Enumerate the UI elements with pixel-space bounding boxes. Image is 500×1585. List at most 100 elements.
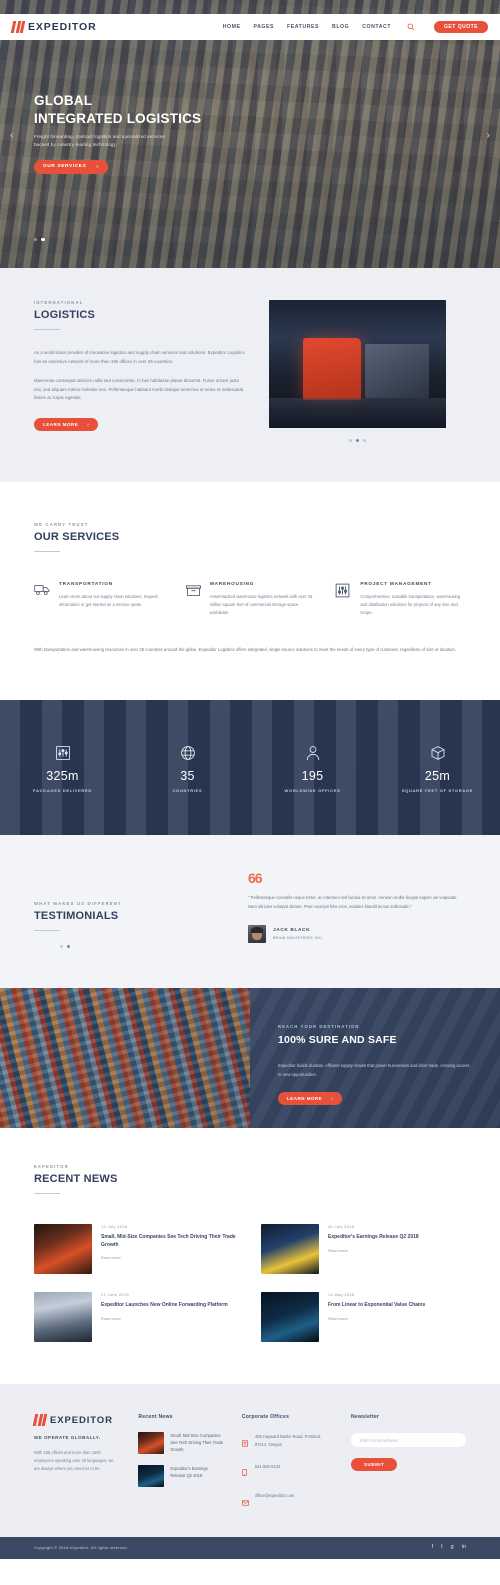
logistics-learn-more-button[interactable]: LEARN MORE › bbox=[34, 417, 99, 431]
services-footer-text: With transportation and warehousing reso… bbox=[34, 646, 456, 652]
footer-bottom-bar: Copyright © 2018 eXpeditor. All rights r… bbox=[0, 1536, 500, 1559]
our-services-button[interactable]: OUR SERVICES › bbox=[34, 159, 108, 174]
news-date: 21 June 2018 bbox=[101, 1292, 129, 1298]
news-thumbnail bbox=[34, 1292, 92, 1343]
service-card-warehousing[interactable]: WAREHOUSING Asset-backed warehouse logis… bbox=[185, 582, 316, 618]
news-item[interactable]: 14 May 2018 From Linear to Exponential V… bbox=[261, 1292, 466, 1343]
hero-prev-arrow[interactable]: ‹ bbox=[10, 130, 13, 141]
footer-news-title[interactable]: Small, Mid-Size Companies See Tech Drivi… bbox=[170, 1432, 224, 1454]
hero-dot-2[interactable] bbox=[41, 237, 45, 241]
crate-icon bbox=[0, 743, 125, 763]
logistics-dot-3[interactable] bbox=[363, 439, 366, 442]
hero-subtitle: Freight forwarding, contract logistics a… bbox=[34, 133, 264, 150]
news-headline[interactable]: Small, Mid-Size Companies See Tech Drivi… bbox=[101, 1234, 239, 1249]
cta-learn-more-label: LEARN MORE bbox=[287, 1095, 323, 1101]
footer-news-heading: Recent News bbox=[138, 1414, 173, 1421]
news-title: RECENT NEWS bbox=[34, 1173, 118, 1186]
envelope-icon bbox=[241, 1492, 249, 1511]
footer-phone[interactable]: 541-555-5132 bbox=[255, 1463, 281, 1470]
footer-description: With 195 offices and more than 1600 empl… bbox=[34, 1450, 114, 1472]
cta-title: 100% SURE AND SAFE bbox=[278, 1034, 397, 1047]
footer-logo[interactable]: EXPEDITOR bbox=[32, 1414, 120, 1427]
testimonial-author: JACK BLACK BEAM INDUSTRIES INC. bbox=[248, 925, 466, 944]
services-divider bbox=[34, 551, 60, 552]
logo[interactable]: EXPEDITOR bbox=[10, 21, 97, 33]
google-plus-icon[interactable]: g bbox=[451, 1544, 454, 1551]
facebook-icon[interactable]: f bbox=[432, 1544, 434, 1551]
avatar bbox=[248, 925, 266, 944]
globe-icon bbox=[125, 743, 250, 763]
news-read-more-link[interactable]: Read more bbox=[101, 1255, 239, 1260]
hero-slider-dots[interactable] bbox=[34, 237, 45, 241]
logistics-slider-dots[interactable] bbox=[269, 439, 446, 442]
logistics-text-column: INTERNATIONAL LOGISTICS As a world-class… bbox=[34, 300, 247, 442]
cta-section: REACH YOUR DESTINATION 100% SURE AND SAF… bbox=[0, 988, 500, 1129]
testimonial-author-info: JACK BLACK BEAM INDUSTRIES INC. bbox=[273, 928, 324, 940]
service-card-project-management[interactable]: PROJECT MANAGEMENT Comprehensive, scalab… bbox=[335, 582, 466, 618]
newsletter-submit-button[interactable]: SUBMIT bbox=[351, 1458, 398, 1472]
footer-email-row: office@expeditor.com bbox=[241, 1492, 333, 1511]
footer-email[interactable]: office@expeditor.com bbox=[255, 1492, 294, 1499]
news-thumbnail bbox=[34, 1224, 92, 1275]
testimonial-dot-2[interactable] bbox=[67, 945, 70, 949]
hero-dot-1[interactable] bbox=[34, 237, 37, 241]
stats-row: 325m PACKAGES DELIVERED 35 COUNTRIES 195… bbox=[0, 743, 500, 793]
site-footer: EXPEDITOR WE OPERATE GLOBALLY. With 195 … bbox=[0, 1384, 500, 1537]
service-card-warehousing-body: WAREHOUSING Asset-backed warehouse logis… bbox=[210, 582, 316, 618]
news-headline[interactable]: Expeditor's Earnings Release Q2 2018 bbox=[328, 1234, 419, 1242]
news-headline[interactable]: From Linear to Exponential Value Chains bbox=[328, 1302, 425, 1310]
logo-slashes-icon bbox=[32, 1414, 48, 1427]
footer-offices-column: Corporate Offices 409 Hayward Banks Road… bbox=[242, 1414, 333, 1511]
nav-item-features[interactable]: FEATURES bbox=[287, 24, 319, 30]
logistics-dot-2[interactable] bbox=[356, 439, 359, 442]
site-header: EXPEDITOR HOME PAGES FEATURES BLOG CONTA… bbox=[0, 14, 500, 40]
person-icon bbox=[250, 743, 375, 763]
logistics-learn-more-label: LEARN MORE bbox=[43, 421, 79, 427]
logistics-dot-1[interactable] bbox=[349, 439, 352, 442]
stat-label: PACKAGES DELIVERED bbox=[33, 787, 92, 793]
service-card-transportation-body: TRANSPORTATION Learn more about our supp… bbox=[59, 582, 165, 618]
chevron-right-icon: › bbox=[87, 421, 90, 427]
cta-containers-image bbox=[0, 988, 250, 1129]
news-divider bbox=[34, 1193, 60, 1195]
news-item[interactable]: 21 June 2018 Expeditor Launches New Onli… bbox=[34, 1292, 239, 1343]
news-read-more-link[interactable]: Read more bbox=[328, 1316, 425, 1321]
footer-news-item[interactable]: Small, Mid-Size Companies See Tech Drivi… bbox=[138, 1432, 224, 1455]
testimonials-slider-dots[interactable] bbox=[60, 945, 224, 949]
hero-section: EXPEDITOR HOME PAGES FEATURES BLOG CONTA… bbox=[0, 0, 500, 268]
newsletter-email-input[interactable] bbox=[351, 1433, 466, 1448]
truck-icon bbox=[34, 582, 51, 618]
search-icon[interactable] bbox=[407, 18, 415, 36]
hero-next-arrow[interactable]: › bbox=[487, 130, 490, 141]
footer-contact-list: 409 Hayward Banks Road, Portland, 97214,… bbox=[241, 1433, 333, 1511]
nav-item-home[interactable]: HOME bbox=[223, 24, 241, 30]
nav-item-blog[interactable]: BLOG bbox=[332, 24, 349, 30]
get-quote-button[interactable]: GET QUOTE bbox=[434, 21, 488, 33]
chevron-right-icon: › bbox=[96, 163, 99, 170]
testimonial-dot-1[interactable] bbox=[60, 945, 63, 949]
sliders-icon bbox=[335, 582, 352, 618]
news-item-body: 14 May 2018 From Linear to Exponential V… bbox=[328, 1292, 425, 1342]
footer-news-title[interactable]: Expeditor's Earnings Release Q2 2018 bbox=[170, 1465, 224, 1487]
nav-item-pages[interactable]: PAGES bbox=[254, 24, 275, 30]
news-headline[interactable]: Expeditor Launches New Online Forwarding… bbox=[101, 1302, 228, 1310]
nav-item-contact[interactable]: CONTACT bbox=[362, 24, 391, 30]
linkedin-icon[interactable]: in bbox=[462, 1544, 466, 1551]
cta-learn-more-button[interactable]: LEARN MORE › bbox=[278, 1091, 343, 1105]
footer-logo-text: EXPEDITOR bbox=[50, 1414, 113, 1426]
news-item[interactable]: 30 July 2018 Expeditor's Earnings Releas… bbox=[261, 1224, 466, 1275]
footer-news-thumbnail bbox=[138, 1432, 165, 1455]
news-thumbnail bbox=[261, 1224, 319, 1275]
footer-news-item[interactable]: Expeditor's Earnings Release Q2 2018 bbox=[138, 1465, 224, 1488]
twitter-icon[interactable]: t bbox=[441, 1544, 443, 1551]
news-date: 30 July 2018 bbox=[328, 1224, 355, 1230]
stat-label: WORLDWIDE OFFICES bbox=[284, 787, 341, 793]
stat-value: 35 bbox=[180, 768, 195, 783]
news-read-more-link[interactable]: Read more bbox=[328, 1248, 419, 1253]
news-item[interactable]: 12 July 2018 Small, Mid-Size Companies S… bbox=[34, 1224, 239, 1275]
service-card-transportation[interactable]: TRANSPORTATION Learn more about our supp… bbox=[34, 582, 165, 618]
testimonials-title: TESTIMONIALS bbox=[34, 910, 119, 923]
news-item-body: 21 June 2018 Expeditor Launches New Onli… bbox=[101, 1292, 228, 1342]
services-title: OUR SERVICES bbox=[34, 531, 120, 543]
news-read-more-link[interactable]: Read more bbox=[101, 1316, 228, 1321]
